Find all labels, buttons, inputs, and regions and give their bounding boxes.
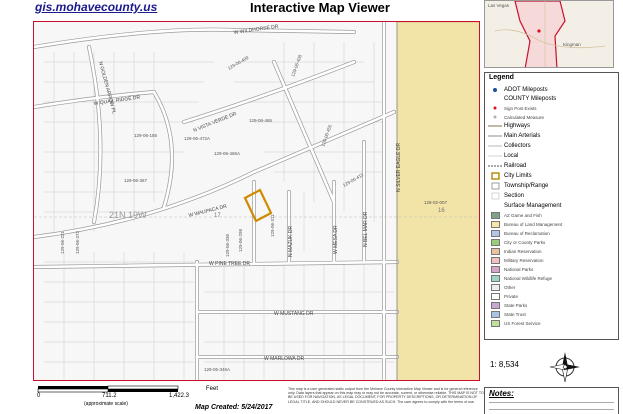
parcel-label: 129-06-221 [60,230,65,254]
parcel-label: 129-06-156 [134,133,158,138]
location-marker [537,29,541,33]
parcel-label: 129-06-346A [204,367,230,372]
legend-item-city-limits: City Limits [485,171,618,181]
sign-post-icon [493,106,497,110]
street-label-mesa: W MESA DR [333,225,339,254]
inset-label-kingman: Kingman [563,42,581,47]
parcel-label: 129-02-007 [424,200,448,205]
parcel-label: 129-06-336 [225,233,230,257]
legend-item-railroad: Railroad [485,161,618,171]
street-label-pine-tree: W PINE TREE DR [209,261,250,267]
legend-item-section: Section [485,191,618,201]
notes-label: Notes: [489,389,514,398]
city-limits-icon [490,172,500,180]
arterial-line-icon [488,135,502,137]
section-label-16: 16 [438,208,445,214]
legend-panel: Legend ADOT Mileposts COUNTY Mileposts S… [484,72,619,340]
legend-item-local: Local [485,151,618,161]
scale-tick-1: 711.2 [102,393,117,399]
legend-item-township: Township/Range [485,181,618,191]
legend-item-forest: US Forest Service [485,318,618,328]
township-icon [491,182,499,190]
legend-title: Legend [489,74,514,81]
map-frame[interactable]: W WILDHORSE DR W QUAIL RIDGE DR N GOLDEN… [33,21,480,381]
street-label-marlowa: W MARLOWA DR [264,356,304,362]
site-link[interactable]: gis.mohavecounty.us [35,0,157,14]
map-created-date: Map Created: 5/24/2017 [195,404,273,411]
north-arrow-icon [548,350,582,384]
disclaimer-text: This map is a user generated static outp… [288,387,484,404]
parcel-label: 129-06-367 [124,178,148,183]
scale-ratio: 1: 8,534 [490,360,519,369]
highway-line-icon [488,125,502,127]
scale-tick-2: 1,422.3 [169,393,190,399]
scale-note: (approximate scale) [84,401,128,407]
collector-line-icon [488,145,502,147]
inset-label-las-vegas: Las Vegas [488,3,510,8]
calculated-measure-icon [493,115,497,119]
legend-item-highways: Highways [485,121,618,131]
page-title: Interactive Map Viewer [250,0,390,15]
legend-item-main-arterials: Main Arterials [485,131,618,141]
section-icon [491,192,499,200]
parcel-label: 129-06-472A [184,136,210,141]
township-label: 21N 19W [109,210,147,220]
scale-unit: Feet [206,386,219,392]
parcel-label: 129-06-465 [249,118,273,123]
local-line-icon [488,155,502,157]
parcel-label: 129-06-465A [214,151,240,156]
street-label-silver-eagle: N SILVER EAGLE DR [396,143,402,192]
parcel-label: 129-06-372 [75,230,80,254]
inset-locator-map: Las Vegas Kingman [484,0,614,68]
map-canvas[interactable]: W WILDHORSE DR W QUAIL RIDGE DR N GOLDEN… [34,22,480,381]
railroad-line-icon [488,165,502,167]
section-label-17: 17 [214,213,221,219]
street-label-mazuk: N MAZUK DR [288,226,294,258]
scale-tick-0: 0 [37,393,41,399]
street-label-bel-mar: N BEL MAR DR [363,211,369,247]
legend-item-collectors: Collectors [485,141,618,151]
adot-milepost-icon [493,88,497,92]
notes-box: Notes: [484,387,619,414]
street-label-mustang: W MUSTANG DR [274,311,314,317]
parcel-label: 129-06-298 [238,228,243,252]
parcel-label: 129-06-311 [270,214,275,237]
